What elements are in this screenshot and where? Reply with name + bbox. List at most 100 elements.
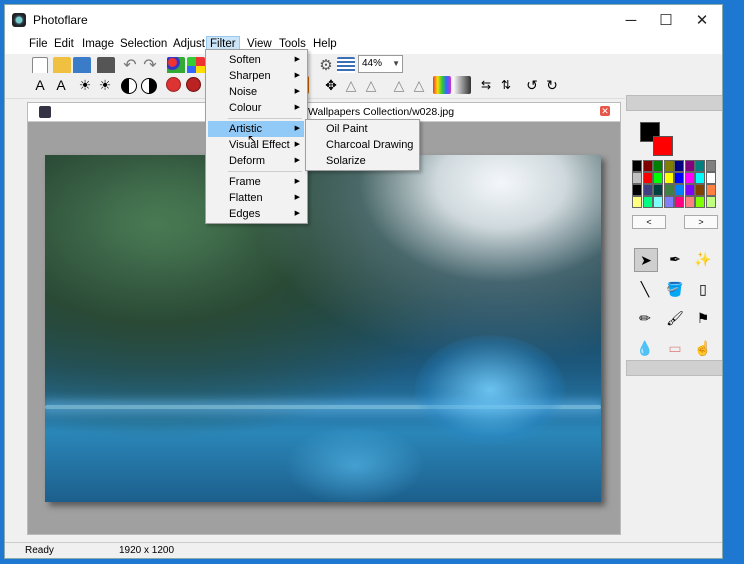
red-eye-icon[interactable] <box>166 77 181 92</box>
menu-item-label: Edges <box>229 208 261 220</box>
menu-item-label: Sharpen <box>229 70 271 82</box>
background-color-swatch[interactable] <box>653 136 673 156</box>
menu-item-label: Visual Effect <box>229 139 290 151</box>
palette-swatch[interactable] <box>674 160 684 172</box>
canvas-area[interactable] <box>28 122 620 534</box>
menu-image[interactable]: Image <box>78 37 118 51</box>
menu-item-flatten[interactable]: Flatten ▶ <box>208 190 304 206</box>
palette-swatch[interactable] <box>674 184 684 196</box>
menu-separator <box>228 118 302 119</box>
palette-swatch[interactable] <box>632 196 642 208</box>
line-tool-icon[interactable]: ╲ <box>634 278 656 300</box>
zoom-select[interactable]: 44% ▼ <box>358 55 403 73</box>
maximize-button[interactable]: ☐ <box>648 5 684 35</box>
menu-item-deform[interactable]: Deform ▶ <box>208 153 304 169</box>
palette-swatch[interactable] <box>663 172 674 184</box>
menu-item-edges[interactable]: Edges ▶ <box>208 206 304 222</box>
palette-swatch[interactable] <box>705 172 716 184</box>
palette-swatch[interactable] <box>684 160 695 172</box>
brightness-icon[interactable]: ☀ <box>76 76 94 94</box>
document-close-button[interactable]: ✕ <box>600 106 610 116</box>
eraser-tool-icon[interactable]: ▭ <box>664 337 686 359</box>
paint-bucket-tool-icon[interactable]: 🪣 <box>664 278 686 300</box>
wallpaper-image[interactable] <box>45 155 601 502</box>
palette-swatch[interactable] <box>642 196 653 208</box>
flip-triangle-icon[interactable]: △ <box>390 76 408 94</box>
menu-item-frame[interactable]: Frame ▶ <box>208 174 304 190</box>
menu-item-label: Colour <box>229 102 262 114</box>
palette-swatch[interactable] <box>642 160 653 172</box>
magic-wand-tool-icon[interactable]: ✨ <box>692 248 714 270</box>
spectrum-icon[interactable] <box>433 76 451 94</box>
spray-can-tool-icon[interactable]: ▯ <box>692 278 714 300</box>
outline-text-icon[interactable]: A <box>52 76 70 94</box>
triangle-split-icon[interactable]: △ <box>362 76 380 94</box>
menu-item-soften[interactable]: Soften ▶ <box>208 52 304 68</box>
palette-swatch[interactable] <box>653 160 663 172</box>
palette-swatch[interactable] <box>695 160 705 172</box>
pencil-tool-icon[interactable]: ✏ <box>634 307 656 329</box>
palette-swatch[interactable] <box>705 184 716 196</box>
dark-red-icon[interactable] <box>186 77 201 92</box>
gradient-icon[interactable] <box>453 76 471 94</box>
palette-swatch[interactable] <box>684 196 695 208</box>
palette-swatch[interactable] <box>705 160 716 172</box>
palette-swatch[interactable] <box>632 184 642 196</box>
palette-swatch[interactable] <box>684 184 695 196</box>
palette-next-button[interactable]: > <box>684 215 718 229</box>
palette-swatch[interactable] <box>663 160 674 172</box>
palette-swatch[interactable] <box>642 172 653 184</box>
palette-swatch[interactable] <box>695 172 705 184</box>
text-a-icon[interactable]: A <box>31 76 49 94</box>
close-window-button[interactable]: ✕ <box>684 5 720 35</box>
palette-swatch[interactable] <box>653 172 663 184</box>
menu-selection[interactable]: Selection <box>116 37 171 51</box>
flip-horizontal-icon[interactable]: ⇆ <box>477 76 495 94</box>
rotate-right-icon[interactable]: ↻ <box>543 76 561 94</box>
stamp-tool-icon[interactable]: ⚑ <box>692 307 714 329</box>
threshold-icon[interactable] <box>141 78 157 94</box>
minimize-button[interactable]: ─ <box>613 5 649 35</box>
menu-item-solarize[interactable]: Solarize <box>307 153 417 169</box>
rotate-left-icon[interactable]: ↺ <box>523 76 541 94</box>
invert-icon[interactable] <box>121 78 137 94</box>
pointer-tool-icon[interactable]: ➤ <box>634 248 658 272</box>
eyedropper-tool-icon[interactable]: ✒ <box>664 248 686 270</box>
palette-swatch[interactable] <box>653 196 663 208</box>
palette-swatch[interactable] <box>632 172 642 184</box>
menu-item-oil-paint[interactable]: Oil Paint <box>307 121 417 137</box>
submenu-arrow-icon: ▶ <box>294 157 300 164</box>
palette-swatch[interactable] <box>684 172 695 184</box>
palette-swatch[interactable] <box>663 196 674 208</box>
palette-prev-button[interactable]: < <box>632 215 666 229</box>
brush-tool-icon[interactable]: 🖌 <box>664 307 686 329</box>
move-arrows-icon[interactable]: ✥ <box>322 76 340 94</box>
contrast-sun-icon[interactable]: ☀ <box>96 76 114 94</box>
flower-glow <box>415 335 565 445</box>
palette-swatch[interactable] <box>653 184 663 196</box>
menu-item-sharpen[interactable]: Sharpen ▶ <box>208 68 304 84</box>
menu-item-colour[interactable]: Colour ▶ <box>208 100 304 116</box>
submenu-arrow-icon: ▶ <box>294 178 300 185</box>
menu-item-noise[interactable]: Noise ▶ <box>208 84 304 100</box>
palette-swatch[interactable] <box>695 196 705 208</box>
status-bar: Ready 1920 x 1200 <box>5 542 722 558</box>
menu-adjust[interactable]: Adjust <box>169 37 209 51</box>
menu-edit[interactable]: Edit <box>50 37 78 51</box>
palette-swatch[interactable] <box>695 184 705 196</box>
menu-file[interactable]: File <box>25 37 52 51</box>
mirror-triangle-icon[interactable]: △ <box>410 76 428 94</box>
palette-swatch[interactable] <box>642 184 653 196</box>
chevron-down-icon: ▼ <box>392 59 400 68</box>
blur-drop-tool-icon[interactable]: 💧 <box>634 337 656 359</box>
menu-item-charcoal-drawing[interactable]: Charcoal Drawing <box>307 137 417 153</box>
palette-swatch[interactable] <box>674 172 684 184</box>
palette-swatch[interactable] <box>632 160 642 172</box>
smudge-tool-icon[interactable]: ☝ <box>692 337 714 359</box>
triangle-icon[interactable]: △ <box>342 76 360 94</box>
palette-swatch[interactable] <box>705 196 716 208</box>
palette-swatch[interactable] <box>674 196 684 208</box>
palette-swatch[interactable] <box>663 184 674 196</box>
flip-vertical-icon[interactable]: ⇅ <box>497 76 515 94</box>
menu-help[interactable]: Help <box>309 37 341 51</box>
